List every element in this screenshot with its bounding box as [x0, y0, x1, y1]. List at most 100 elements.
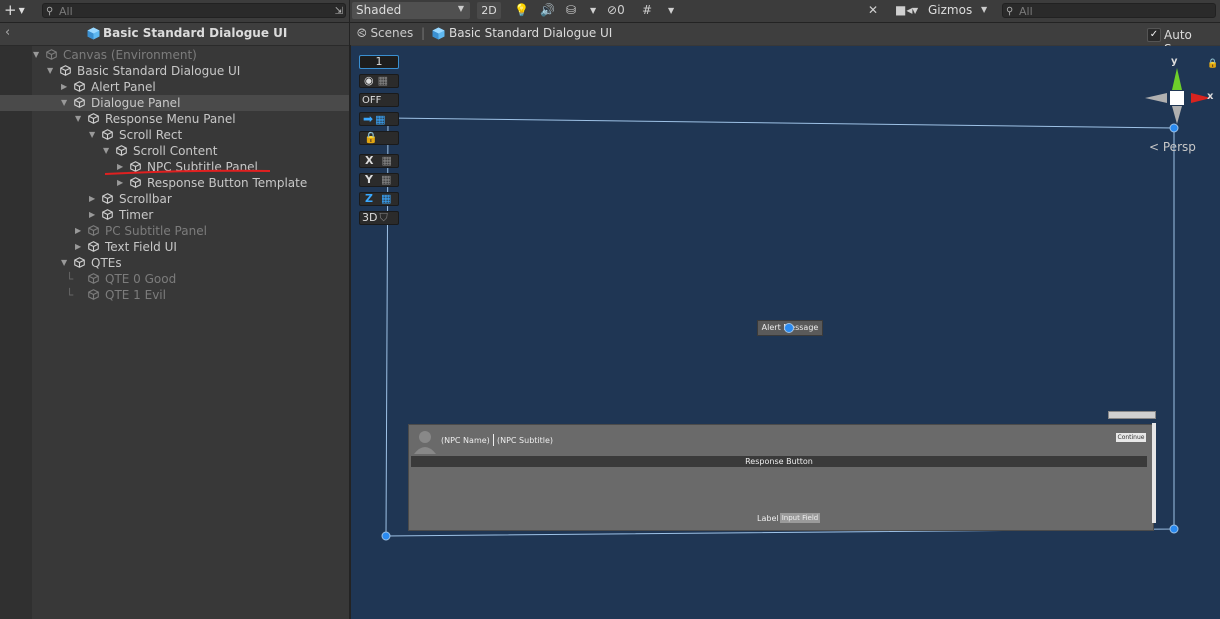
scenes-tab[interactable]: ⧀ Scenes	[357, 26, 413, 41]
grid-pattern-icon: ▦	[375, 113, 386, 126]
hierarchy-header-title: Basic Standard Dialogue UI	[103, 26, 288, 40]
hierarchy-item-label: Alert Panel	[91, 80, 156, 94]
gameobject-cube-icon	[102, 193, 113, 204]
gameobject-cube-icon	[88, 113, 99, 124]
hierarchy-item[interactable]: ▶ Text Field UI	[32, 239, 350, 255]
scene-search-input[interactable]: ⚲ All	[1002, 3, 1216, 18]
lock-icon: 🔒	[364, 131, 378, 144]
expand-arrow-icon[interactable]: ▼	[61, 255, 67, 271]
hierarchy-item[interactable]: ▶ Timer	[32, 207, 350, 223]
effects-dropdown-icon[interactable]: ▼	[590, 2, 596, 19]
hierarchy-item[interactable]: ▶ Response Button Template	[32, 175, 350, 191]
auto-save-checkbox[interactable]: ✓	[1147, 28, 1161, 42]
chevron-down-icon: ▼	[981, 5, 988, 14]
3d-toggle[interactable]: 3D ⛉	[359, 211, 399, 225]
gameobject-cube-icon	[130, 177, 141, 188]
visibility-toggle[interactable]: ◉ ▦	[359, 74, 399, 88]
gameobject-cube-icon	[46, 49, 57, 60]
layer-number-field[interactable]: 1	[359, 55, 399, 69]
continue-button[interactable]: Continue	[1116, 433, 1146, 442]
gizmos-dropdown[interactable]: Gizmos ▼	[924, 2, 992, 19]
hierarchy-item[interactable]: ▼ QTEs	[32, 255, 350, 271]
scene-breadcrumb[interactable]: Basic Standard Dialogue UI	[449, 26, 612, 40]
move-tool-toggle[interactable]: ➡ ▦	[359, 112, 399, 126]
hierarchy-item-label: Response Button Template	[147, 176, 308, 190]
hierarchy-item[interactable]: └ QTE 0 Good	[32, 271, 350, 287]
collapse-arrow-icon[interactable]: ▶	[89, 191, 95, 207]
gameobject-cube-icon	[88, 273, 99, 284]
lock-toggle[interactable]: 🔒	[359, 131, 399, 145]
hierarchy-item[interactable]: ▶ Scrollbar	[32, 191, 350, 207]
off-toggle[interactable]: OFF	[359, 93, 399, 107]
gizmo-lock-icon[interactable]: 🔒	[1207, 59, 1218, 69]
hierarchy-item-label: QTE 0 Good	[105, 272, 177, 286]
expand-arrow-icon[interactable]: ▼	[75, 111, 81, 127]
gameobject-cube-icon	[88, 289, 99, 300]
toggle-2d-button[interactable]: 2D	[477, 2, 501, 19]
shading-mode-dropdown[interactable]: Shaded ▼	[352, 2, 470, 19]
scrollbar[interactable]	[1152, 423, 1156, 523]
x-axis-toggle[interactable]: X ▦	[359, 154, 399, 168]
hierarchy-item-label: PC Subtitle Panel	[105, 224, 207, 238]
eye-icon: ◉	[364, 74, 374, 87]
camera-icon[interactable]: ■◂	[895, 2, 912, 19]
auto-save-toggle[interactable]: ✓ Auto Save	[1147, 27, 1217, 56]
y-axis-toggle[interactable]: Y ▦	[359, 173, 399, 187]
z-axis-toggle[interactable]: Z ▦	[359, 192, 399, 206]
add-button[interactable]: + ▼	[4, 2, 34, 19]
expand-arrow-icon[interactable]: ▼	[33, 47, 39, 63]
tools-icon[interactable]: ✕	[868, 2, 878, 19]
dialogue-panel[interactable]: (NPC Name) (NPC Subtitle) Continue Respo…	[408, 424, 1154, 531]
expand-arrow-icon[interactable]: ▼	[47, 63, 53, 79]
rect-handle[interactable]	[1169, 524, 1179, 534]
expand-arrow-icon[interactable]: ▼	[61, 95, 67, 111]
camera-dropdown-icon[interactable]: ▼	[912, 2, 918, 19]
hierarchy-item[interactable]: ▼ Dialogue Panel	[0, 95, 350, 111]
hierarchy-item[interactable]: ▼ Scroll Rect	[32, 127, 350, 143]
response-button[interactable]: Response Button	[411, 456, 1147, 467]
tree-line-icon: └	[66, 272, 74, 286]
grid-pattern-icon: ▦	[377, 74, 389, 87]
collapse-arrow-icon[interactable]: ▶	[117, 175, 123, 191]
search-icon: ⚲	[46, 6, 54, 17]
collapse-arrow-icon[interactable]: ▶	[61, 79, 67, 95]
hierarchy-toolbar: + ▼ ⚲ All ⇲	[0, 0, 350, 23]
expand-arrow-icon[interactable]: ▼	[103, 143, 109, 159]
gameobject-cube-icon	[74, 81, 85, 92]
back-icon[interactable]: ‹	[5, 25, 10, 40]
rect-handle[interactable]	[381, 531, 391, 541]
hierarchy-item[interactable]: ▶ PC Subtitle Panel	[32, 223, 350, 239]
effects-icon[interactable]: ⛁	[566, 2, 576, 19]
hierarchy-item-label: Response Menu Panel	[105, 112, 236, 126]
pivot-handle[interactable]	[784, 323, 794, 333]
hierarchy-item[interactable]: ▼ Response Menu Panel	[32, 111, 350, 127]
hierarchy-item[interactable]: ▶ Alert Panel	[32, 79, 350, 95]
search-options-icon[interactable]: ⇲	[335, 4, 343, 19]
grid-dropdown-icon[interactable]: ▼	[668, 2, 674, 19]
orientation-gizmo[interactable]: y x < Persp	[1141, 56, 1219, 166]
grid-icon[interactable]: #	[642, 2, 652, 19]
hidden-objects-icon[interactable]: ⊘0	[607, 2, 625, 19]
collapse-arrow-icon[interactable]: ▶	[75, 223, 81, 239]
audio-icon[interactable]: 🔊	[540, 2, 555, 19]
collapse-arrow-icon[interactable]: ▶	[89, 207, 95, 223]
hierarchy-item-label: Timer	[119, 208, 154, 222]
hierarchy-item[interactable]: ▼ Basic Standard Dialogue UI	[32, 63, 350, 79]
lighting-icon[interactable]: 💡	[514, 2, 529, 19]
collapse-arrow-icon[interactable]: ▶	[75, 239, 81, 255]
hierarchy-item[interactable]: ▼ Canvas (Environment)	[32, 47, 350, 63]
hierarchy-item[interactable]: ▼ Scroll Content	[32, 143, 350, 159]
chevron-down-icon: ▼	[457, 4, 464, 13]
hierarchy-search-input[interactable]: ⚲ All ⇲	[42, 3, 346, 18]
hierarchy-item-label: Scroll Rect	[119, 128, 183, 142]
projection-toggle[interactable]: < Persp	[1149, 140, 1196, 154]
scenes-icon: ⧀	[357, 26, 367, 40]
breadcrumb-separator: |	[421, 26, 426, 40]
npc-name: (NPC Name)	[441, 436, 490, 445]
expand-arrow-icon[interactable]: ▼	[89, 127, 95, 143]
hierarchy-item[interactable]: └ QTE 1 Evil	[32, 287, 350, 303]
scene-viewport[interactable]: 1 ◉ ▦ OFF ➡ ▦ 🔒 X ▦ Y ▦ Z ▦ 3D ⛉ y x < Persp 🔒…	[351, 46, 1220, 619]
gameobject-cube-icon	[74, 257, 85, 268]
hierarchy-item-label: Scrollbar	[119, 192, 172, 206]
input-field[interactable]: Input Field	[780, 513, 820, 523]
